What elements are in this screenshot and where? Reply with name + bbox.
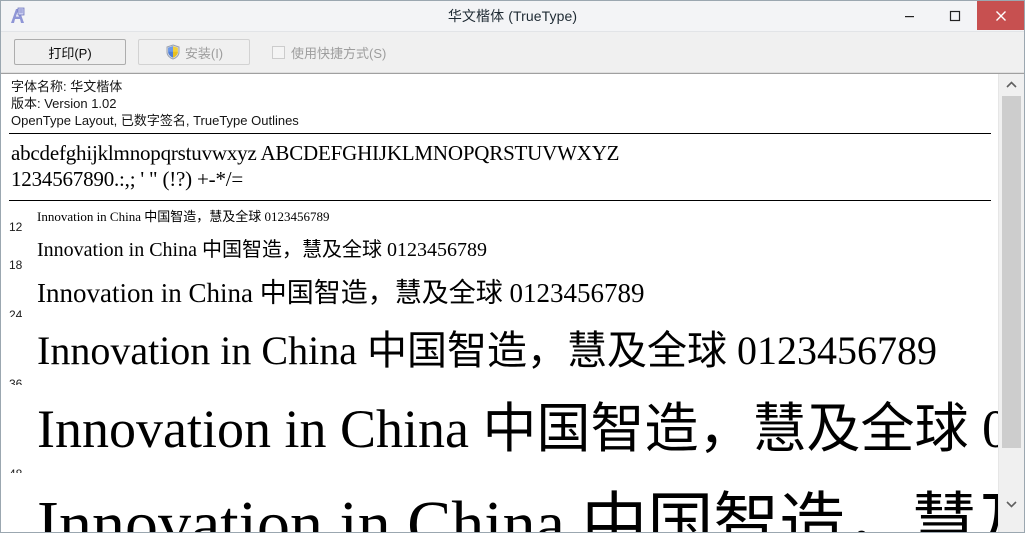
sample-size-label: 48 xyxy=(9,430,22,473)
vertical-scrollbar[interactable] xyxy=(998,74,1024,532)
alphabet-letters-line: abcdefghijklmnopqrstuvwxyz ABCDEFGHIJKLM… xyxy=(11,141,620,165)
sample-row: 36 Innovation in China 中国智造，慧及全球 0123456… xyxy=(1,317,999,385)
chevron-up-icon xyxy=(1006,81,1017,88)
sample-text: Innovation in China 中国智造，慧及全球 0123456789 xyxy=(37,209,330,224)
scrollbar-thumb[interactable] xyxy=(1002,96,1021,448)
font-name-line: 字体名称: 华文楷体 xyxy=(11,79,123,94)
uac-shield-icon xyxy=(165,44,181,60)
sample-row: 24 Innovation in China 中国智造，慧及全球 0123456… xyxy=(1,269,999,317)
print-button-label: 打印(P) xyxy=(48,45,92,61)
shortcut-checkbox-label: 使用快捷方式(S) xyxy=(291,45,387,61)
sample-row: 48 Innovation in China 中国智造，慧及全球 0123456… xyxy=(1,385,999,473)
sample-text: Innovation in China 中国智造，慧及全球 0123456789 xyxy=(37,488,999,533)
sample-list: 12 Innovation in China 中国智造，慧及全球 0123456… xyxy=(1,201,999,533)
scroll-up-button[interactable] xyxy=(999,74,1024,96)
close-button[interactable] xyxy=(977,1,1024,30)
sample-size-label: 12 xyxy=(9,220,23,231)
preview-content: 字体名称: 华文楷体 版本: Version 1.02 OpenType Lay… xyxy=(1,73,1024,533)
minimize-icon xyxy=(905,16,914,18)
checkbox-box-icon[interactable] xyxy=(272,45,285,59)
preview-pane: 字体名称: 华文楷体 版本: Version 1.02 OpenType Lay… xyxy=(1,74,999,533)
sample-text: Innovation in China 中国智造，慧及全球 0123456789 xyxy=(37,278,645,308)
print-button[interactable]: 打印(P) xyxy=(14,39,126,65)
sample-row: 12 Innovation in China 中国智造，慧及全球 0123456… xyxy=(1,203,999,231)
title-bar: 华文楷体 (TrueType) xyxy=(1,1,1024,32)
maximize-icon xyxy=(949,10,960,21)
font-preview-window: 华文楷体 (TrueType) 打印(P) 安装(I) 使用快捷方式(S) 字体… xyxy=(0,0,1025,533)
chevron-down-icon xyxy=(1006,501,1017,508)
scrollbar-track[interactable] xyxy=(999,96,1024,493)
minimize-button[interactable] xyxy=(887,1,932,30)
shortcut-checkbox[interactable]: 使用快捷方式(S) xyxy=(272,43,386,62)
close-icon xyxy=(995,10,1006,21)
sample-text: Innovation in China 中国智造，慧及全球 0123456789 xyxy=(37,328,937,373)
alphabet-digits-line: 1234567890.:,; ' " (!?) +-*/= xyxy=(11,167,244,191)
sample-row: 60 Innovation in China 中国智造，慧及全球 0123456… xyxy=(1,473,999,533)
sample-size-label: 36 xyxy=(9,377,23,385)
window-title: 华文楷体 (TrueType) xyxy=(447,8,578,24)
font-features-line: OpenType Layout, 已数字签名, TrueType Outline… xyxy=(11,113,299,128)
toolbar: 打印(P) 安装(I) 使用快捷方式(S) xyxy=(1,32,1024,73)
font-version-line: 版本: Version 1.02 xyxy=(11,96,117,111)
maximize-button[interactable] xyxy=(932,1,977,30)
window-controls xyxy=(887,1,1024,30)
scrollbar-corner xyxy=(999,515,1024,532)
alphabet-block: abcdefghijklmnopqrstuvwxyz ABCDEFGHIJKLM… xyxy=(1,134,999,196)
scroll-down-button[interactable] xyxy=(999,493,1024,515)
sample-size-label: 18 xyxy=(9,258,23,269)
font-info-block: 字体名称: 华文楷体 版本: Version 1.02 OpenType Lay… xyxy=(1,74,999,129)
font-file-icon xyxy=(7,5,29,27)
sample-text: Innovation in China 中国智造，慧及全球 0123456789 xyxy=(37,399,999,459)
sample-row: 18 Innovation in China 中国智造，慧及全球 0123456… xyxy=(1,231,999,269)
install-button[interactable]: 安装(I) xyxy=(138,39,250,65)
install-button-label: 安装(I) xyxy=(184,45,224,61)
sample-size-label: 24 xyxy=(9,308,23,317)
sample-text: Innovation in China 中国智造，慧及全球 0123456789 xyxy=(37,239,487,261)
